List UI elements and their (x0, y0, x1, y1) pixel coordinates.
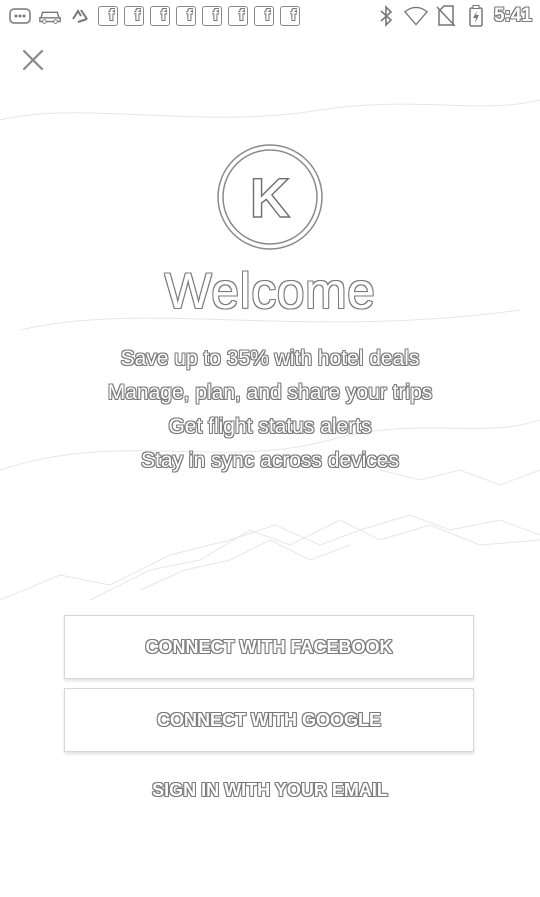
connect-facebook-label: CONNECT WITH FACEBOOK (145, 636, 393, 657)
feature-item: Stay in sync across devices (141, 449, 399, 472)
facebook-icon: f (98, 6, 118, 26)
notification-icons: f f f f f f f f (8, 5, 300, 27)
feature-list: Save up to 35% with hotel deals Manage, … (0, 343, 540, 479)
facebook-icon: f (254, 6, 274, 26)
battery-icon (464, 5, 488, 27)
car-icon (38, 5, 62, 27)
facebook-icon: f (202, 6, 222, 26)
bluetooth-icon (374, 5, 398, 27)
facebook-icon: f (176, 6, 196, 26)
welcome-title: Welcome (164, 263, 376, 319)
facebook-icon: f (150, 6, 170, 26)
sign-in-email-link[interactable]: SIGN IN WITH YOUR EMAIL (0, 780, 540, 801)
status-time: 5:41 (493, 5, 532, 26)
close-button[interactable] (18, 45, 48, 75)
close-icon (22, 49, 44, 71)
app-logo: K (216, 143, 324, 251)
system-status-icons: 5:41 (374, 5, 532, 27)
recycle-icon (68, 5, 92, 27)
feature-item: Manage, plan, and share your trips (107, 381, 433, 404)
facebook-icon: f (280, 6, 300, 26)
connect-facebook-button[interactable]: CONNECT WITH FACEBOOK (64, 615, 474, 679)
logo-letter: K (250, 166, 290, 229)
connect-google-button[interactable]: CONNECT WITH GOOGLE (64, 688, 474, 752)
facebook-icon: f (228, 6, 248, 26)
facebook-icon: f (124, 6, 144, 26)
status-bar: f f f f f f f f 5:41 (0, 0, 540, 34)
wifi-icon (403, 5, 428, 27)
message-icon (8, 5, 32, 27)
connect-google-label: CONNECT WITH GOOGLE (157, 709, 381, 730)
feature-item: Get flight status alerts (168, 415, 372, 438)
no-sim-icon (434, 5, 458, 27)
feature-item: Save up to 35% with hotel deals (120, 347, 420, 370)
